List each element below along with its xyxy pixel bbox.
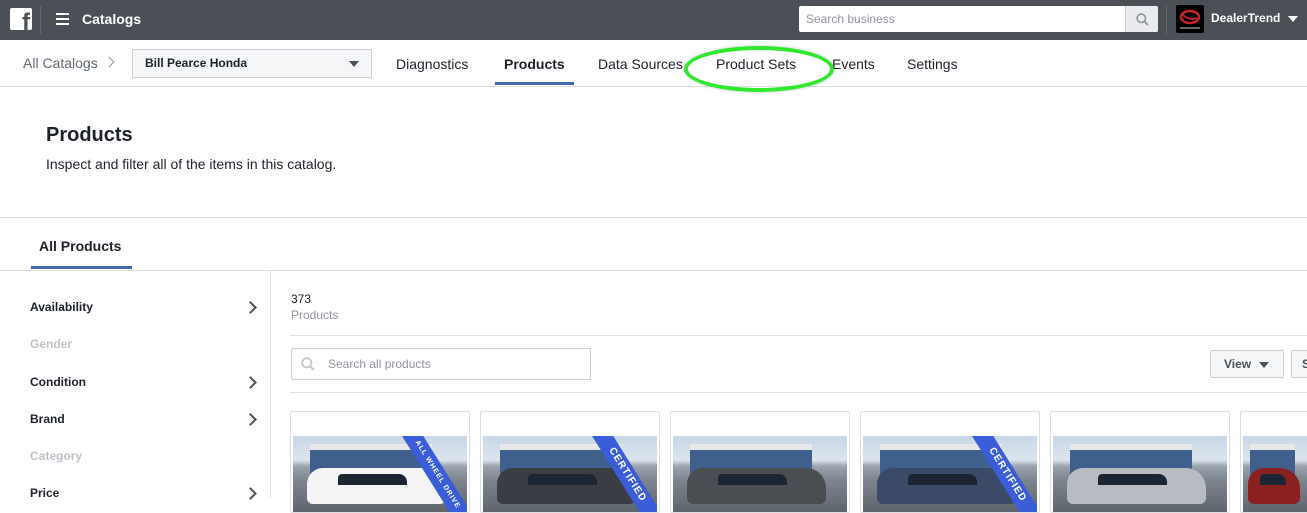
page-title: Products [46, 124, 133, 146]
search-business-button[interactable] [1125, 6, 1158, 32]
filter-availability[interactable]: Availability [30, 300, 93, 314]
product-image: ALL WHEEL DRIVE [293, 436, 467, 512]
chevron-down-icon [349, 61, 359, 67]
chevron-right-icon [103, 56, 115, 68]
chevron-down-icon [1259, 362, 1269, 368]
sort-button[interactable]: S [1291, 350, 1307, 378]
product-image [673, 436, 847, 512]
product-image [1053, 436, 1227, 512]
active-tab-indicator [495, 82, 574, 85]
chevron-right-icon[interactable] [244, 413, 257, 426]
facebook-logo-icon[interactable]: f [10, 8, 32, 30]
catalog-select[interactable]: Bill Pearce Honda [132, 49, 372, 78]
search-business-input[interactable] [799, 6, 1135, 32]
product-count-label: Products [291, 308, 339, 322]
active-tab-indicator [31, 266, 132, 269]
tab-settings[interactable]: Settings [907, 56, 958, 72]
top-bar: f Catalogs DealerTrend [0, 0, 1307, 40]
photo-car [686, 468, 827, 504]
divider [40, 6, 41, 34]
tab-events[interactable]: Events [832, 56, 875, 72]
product-image: CERTIFIED [863, 436, 1037, 512]
product-count: 373 [291, 292, 312, 306]
chevron-right-icon[interactable] [244, 376, 257, 389]
catalog-nav-bar: All Catalogs Bill Pearce Honda Diagnosti… [0, 40, 1307, 92]
view-button-label: View [1224, 357, 1252, 371]
page-header: Products Inspect and filter all of the i… [0, 87, 1307, 218]
breadcrumb-all-catalogs[interactable]: All Catalogs [23, 55, 98, 71]
search-icon [301, 357, 315, 371]
filter-category: Category [30, 449, 83, 463]
catalog-select-label: Bill Pearce Honda [145, 56, 248, 70]
tab-all-products[interactable]: All Products [39, 238, 121, 254]
tab-products[interactable]: Products [504, 56, 565, 72]
chevron-down-icon[interactable] [1288, 16, 1298, 22]
highlight-annotation-ring [684, 46, 834, 92]
product-search-input[interactable] [322, 349, 594, 379]
product-image: CERTIFIED [483, 436, 657, 512]
divider [1166, 6, 1167, 34]
product-image [1243, 436, 1307, 512]
product-search-box [291, 348, 594, 380]
business-name[interactable]: DealerTrend [1211, 11, 1280, 25]
photo-car [1248, 468, 1301, 504]
page-subtitle: Inspect and filter all of the items in t… [46, 156, 337, 172]
tab-diagnostics[interactable]: Diagnostics [396, 56, 468, 72]
view-button[interactable]: View [1210, 350, 1284, 378]
filter-condition[interactable]: Condition [30, 375, 86, 389]
filter-gender: Gender [30, 337, 73, 351]
search-business-box [799, 6, 1158, 32]
chevron-right-icon[interactable] [244, 301, 257, 314]
dealertrend-logo-icon [1179, 9, 1201, 29]
divider [290, 392, 1307, 393]
hamburger-menu-icon[interactable] [56, 13, 69, 25]
divider [290, 335, 1307, 336]
search-icon [1136, 13, 1149, 26]
sort-button-label: S [1302, 357, 1307, 371]
filter-brand[interactable]: Brand [30, 412, 65, 426]
section-tabs: All Products [0, 218, 1307, 271]
business-avatar[interactable] [1176, 5, 1204, 33]
filter-sidebar: Availability Gender Condition Brand Cate… [0, 271, 271, 500]
photo-car [1066, 468, 1207, 504]
app-title: Catalogs [82, 11, 142, 27]
tab-data-sources[interactable]: Data Sources [598, 56, 683, 72]
